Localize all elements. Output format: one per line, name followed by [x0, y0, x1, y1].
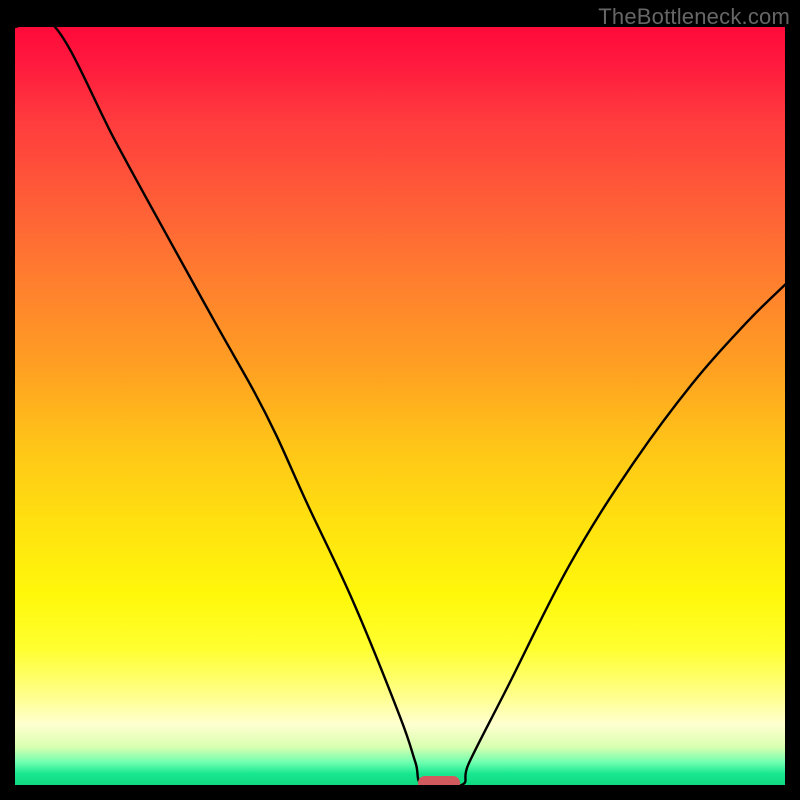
bottleneck-curve	[15, 27, 785, 785]
chart-frame: TheBottleneck.com	[0, 0, 800, 800]
plot-area	[15, 27, 785, 785]
balance-marker	[418, 776, 460, 785]
watermark-text: TheBottleneck.com	[598, 4, 790, 30]
curve-path	[15, 27, 785, 785]
